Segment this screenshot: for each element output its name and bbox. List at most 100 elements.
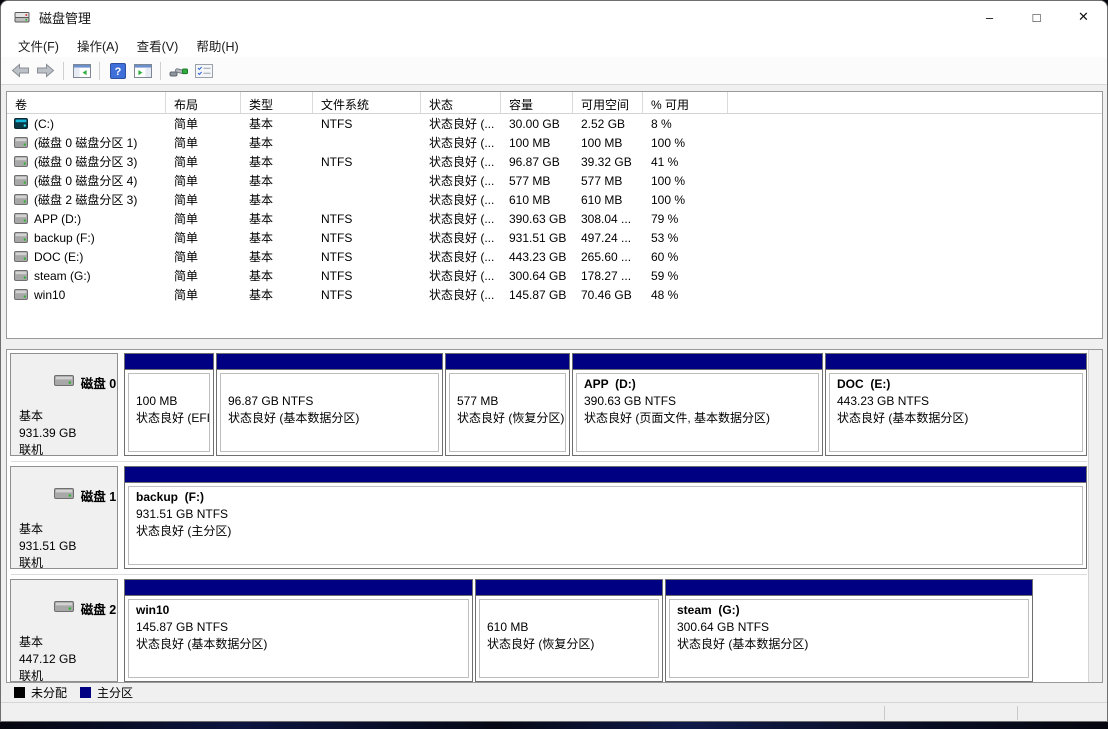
table-row[interactable]: APP (D:) 简单 基本 NTFS 状态良好 (... 390.63 GB … <box>7 209 1102 228</box>
menu-help[interactable]: 帮助(H) <box>187 33 247 58</box>
table-row[interactable]: backup (F:) 简单 基本 NTFS 状态良好 (... 931.51 … <box>7 228 1102 247</box>
partition-color-band <box>476 580 662 596</box>
partition-name <box>457 376 558 393</box>
partition-status: 状态良好 (基本数据分区) <box>837 410 1075 427</box>
volume-pct-free: 48 % <box>643 288 728 302</box>
table-row[interactable]: (磁盘 0 磁盘分区 1) 简单 基本 状态良好 (... 100 MB 100… <box>7 133 1102 152</box>
partition-name <box>136 376 202 393</box>
partition-color-band <box>217 354 442 370</box>
partition-box[interactable]: 100 MB 状态良好 (EFI <box>124 353 214 456</box>
disk-row-separator <box>11 461 1087 462</box>
volume-table-body: (C:) 简单 基本 NTFS 状态良好 (... 30.00 GB 2.52 … <box>7 114 1102 304</box>
table-row[interactable]: (磁盘 0 磁盘分区 4) 简单 基本 状态良好 (... 577 MB 577… <box>7 171 1102 190</box>
menu-file[interactable]: 文件(F) <box>9 33 68 58</box>
action-pane-icon[interactable] <box>130 60 155 82</box>
volume-layout: 简单 <box>166 248 241 265</box>
volume-name: steam (G:) <box>34 269 91 283</box>
volume-filesystem: NTFS <box>313 117 421 131</box>
desktop-background-strip <box>0 722 1108 729</box>
menu-view[interactable]: 查看(V) <box>128 33 188 58</box>
partition-color-band <box>125 580 472 596</box>
vertical-scrollbar[interactable] <box>1088 350 1102 682</box>
volume-free-space: 39.32 GB <box>573 155 643 169</box>
partition-box[interactable]: backup (F:) 931.51 GB NTFS 状态良好 (主分区) <box>124 466 1087 569</box>
column-header-pct-free[interactable]: % 可用 <box>643 92 728 113</box>
volume-layout: 简单 <box>166 286 241 303</box>
volume-filesystem: NTFS <box>313 231 421 245</box>
volume-type: 基本 <box>241 172 313 189</box>
volume-pct-free: 53 % <box>643 231 728 245</box>
volume-free-space: 70.46 GB <box>573 288 643 302</box>
minimize-button[interactable]: – <box>966 1 1013 33</box>
volume-filesystem: NTFS <box>313 250 421 264</box>
partition-box[interactable]: 577 MB 状态良好 (恢复分区) <box>445 353 570 456</box>
partition-size: 300.64 GB NTFS <box>677 619 1021 636</box>
partition-box[interactable]: 96.87 GB NTFS 状态良好 (基本数据分区) <box>216 353 443 456</box>
volume-free-space: 265.60 ... <box>573 250 643 264</box>
console-tree-icon[interactable] <box>69 60 94 82</box>
disk-type: 基本 <box>19 408 117 425</box>
partition-size: 96.87 GB NTFS <box>228 393 431 410</box>
close-button[interactable]: ✕ <box>1060 1 1107 33</box>
volume-type: 基本 <box>241 229 313 246</box>
checklist-icon[interactable] <box>191 60 216 82</box>
disk-tool-icon[interactable] <box>166 60 191 82</box>
table-row[interactable]: win10 简单 基本 NTFS 状态良好 (... 145.87 GB 70.… <box>7 285 1102 304</box>
toolbar-separator <box>99 62 100 80</box>
volume-capacity: 931.51 GB <box>501 231 573 245</box>
disk-row: 磁盘 0 基本 931.39 GB 联机 100 MB 状态良好 (EFI 96… <box>10 353 1089 456</box>
column-header-filesystem[interactable]: 文件系统 <box>313 92 421 113</box>
legend-primary-partition: 主分区 <box>80 684 133 701</box>
volume-drive-icon <box>14 289 28 300</box>
column-header-status[interactable]: 状态 <box>421 92 501 113</box>
volume-pct-free: 59 % <box>643 269 728 283</box>
disk-label-panel[interactable]: 磁盘 2 基本 447.12 GB 联机 <box>10 579 118 682</box>
volume-capacity: 30.00 GB <box>501 117 573 131</box>
partition-box[interactable]: DOC (E:) 443.23 GB NTFS 状态良好 (基本数据分区) <box>825 353 1087 456</box>
column-header-type[interactable]: 类型 <box>241 92 313 113</box>
table-row[interactable]: (C:) 简单 基本 NTFS 状态良好 (... 30.00 GB 2.52 … <box>7 114 1102 133</box>
volume-type: 基本 <box>241 286 313 303</box>
partition-size: 443.23 GB NTFS <box>837 393 1075 410</box>
legend-primary-swatch <box>80 687 91 698</box>
volume-capacity: 390.63 GB <box>501 212 573 226</box>
partition-status: 状态良好 (恢复分区) <box>457 410 558 427</box>
partition-size: 390.63 GB NTFS <box>584 393 811 410</box>
table-row[interactable]: DOC (E:) 简单 基本 NTFS 状态良好 (... 443.23 GB … <box>7 247 1102 266</box>
disk-partitions-strip: 100 MB 状态良好 (EFI 96.87 GB NTFS 状态良好 (基本数… <box>124 353 1087 456</box>
table-row[interactable]: (磁盘 2 磁盘分区 3) 简单 基本 状态良好 (... 610 MB 610… <box>7 190 1102 209</box>
volume-pct-free: 100 % <box>643 136 728 150</box>
disk-type: 基本 <box>19 521 117 538</box>
toolbar-separator <box>160 62 161 80</box>
help-icon[interactable]: ? <box>105 60 130 82</box>
column-header-free[interactable]: 可用空间 <box>573 92 643 113</box>
disk-label-panel[interactable]: 磁盘 1 基本 931.51 GB 联机 <box>10 466 118 569</box>
column-header-volume[interactable]: 卷 <box>7 92 166 113</box>
volume-drive-icon <box>14 137 28 148</box>
graphical-view-pane: 磁盘 0 基本 931.39 GB 联机 100 MB 状态良好 (EFI 96… <box>6 349 1103 683</box>
volume-type: 基本 <box>241 210 313 227</box>
partition-box[interactable]: win10 145.87 GB NTFS 状态良好 (基本数据分区) <box>124 579 473 682</box>
column-header-layout[interactable]: 布局 <box>166 92 241 113</box>
partition-name: win10 <box>136 602 461 619</box>
table-row[interactable]: steam (G:) 简单 基本 NTFS 状态良好 (... 300.64 G… <box>7 266 1102 285</box>
volume-type: 基本 <box>241 248 313 265</box>
table-row[interactable]: (磁盘 0 磁盘分区 3) 简单 基本 NTFS 状态良好 (... 96.87… <box>7 152 1102 171</box>
menu-action[interactable]: 操作(A) <box>68 33 128 58</box>
volume-status: 状态良好 (... <box>421 153 501 170</box>
volume-layout: 简单 <box>166 172 241 189</box>
forward-icon[interactable] <box>33 60 58 82</box>
disk-label-panel[interactable]: 磁盘 0 基本 931.39 GB 联机 <box>10 353 118 456</box>
partition-box[interactable]: 610 MB 状态良好 (恢复分区) <box>475 579 663 682</box>
partition-name: APP (D:) <box>584 376 811 393</box>
partition-box[interactable]: APP (D:) 390.63 GB NTFS 状态良好 (页面文件, 基本数据… <box>572 353 823 456</box>
partition-color-band <box>573 354 822 370</box>
column-header-capacity[interactable]: 容量 <box>501 92 573 113</box>
volume-name: APP (D:) <box>34 212 81 226</box>
partition-color-band <box>666 580 1032 596</box>
volume-free-space: 497.24 ... <box>573 231 643 245</box>
back-icon[interactable] <box>8 60 33 82</box>
partition-box[interactable]: steam (G:) 300.64 GB NTFS 状态良好 (基本数据分区) <box>665 579 1033 682</box>
partition-name <box>228 376 431 393</box>
maximize-button[interactable]: □ <box>1013 1 1060 33</box>
